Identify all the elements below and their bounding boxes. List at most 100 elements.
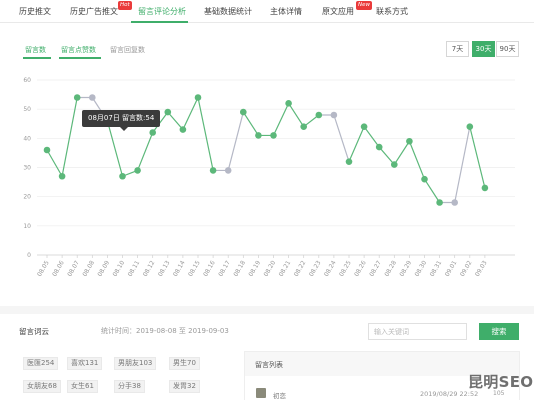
x-tick-label: 08.14: [172, 259, 187, 278]
tab-comment-replies[interactable]: 留言回复数: [110, 45, 145, 55]
x-tick-label: 08.21: [278, 259, 293, 278]
nav-item-contact[interactable]: 联系方式: [376, 6, 408, 17]
data-point: [58, 172, 66, 180]
x-tick-label: 08.20: [263, 259, 278, 278]
x-tick-label: 08.24: [323, 259, 338, 278]
word-tag[interactable]: 男朋友103: [114, 357, 157, 370]
data-point: [119, 172, 126, 180]
chart-axes: 010203040506008.05 08.06 08.07 08.08 08.09 08…: [23, 77, 488, 278]
tab-comment-likes[interactable]: 留言点赞数: [61, 45, 96, 55]
top-nav: 历史推文 历史广告推文 Hot 留言评论分析 基础数据统计 主体详情 原文应用 …: [0, 0, 534, 23]
series-line-segment: [348, 126, 365, 163]
data-point: [149, 129, 156, 136]
x-tick-label: 08.31: [429, 259, 444, 278]
data-point: [406, 137, 413, 145]
search-button[interactable]: 搜索: [479, 323, 519, 340]
x-tick-label: 08.07: [66, 259, 81, 278]
data-point: [194, 94, 202, 101]
tab-comment-likes-underline: [59, 57, 101, 59]
series-line-segment: [227, 111, 244, 172]
tab-comment-count-underline: [23, 57, 51, 59]
nav-active-indicator: [131, 21, 188, 23]
x-tick-label: 08.22: [293, 259, 308, 278]
data-point: [89, 94, 96, 101]
period-90-days-button[interactable]: 90天: [496, 41, 519, 57]
data-point: [209, 167, 217, 174]
new-badge: New: [356, 1, 372, 10]
word-tag[interactable]: 发胃32: [169, 380, 200, 393]
data-point: [224, 167, 232, 174]
watermark-logo: 昆明SEO: [468, 373, 534, 391]
x-tick-label: 08.05: [36, 259, 51, 278]
comment-author: 初恋: [273, 392, 286, 400]
word-tag[interactable]: 分手38: [114, 380, 145, 393]
series-line-segment: [363, 126, 380, 148]
series-line-segment: [272, 102, 290, 137]
series-line-segment: [46, 149, 63, 177]
series-line-segment: [182, 96, 199, 131]
x-tick-label: 08.10: [112, 259, 127, 278]
word-tag[interactable]: 女生61: [67, 380, 98, 393]
y-tick-label: 0: [27, 252, 31, 259]
period-30-days-button[interactable]: 30天: [472, 41, 495, 57]
data-point: [330, 111, 338, 119]
data-point: [466, 123, 474, 130]
x-tick-label: 08.23: [308, 259, 323, 278]
series-line-segment: [288, 102, 305, 128]
nav-item-history-posts[interactable]: 历史推文: [19, 6, 51, 17]
y-tick-label: 50: [23, 106, 31, 113]
data-point: [255, 132, 262, 139]
x-tick-label: 08.19: [247, 259, 262, 278]
stat-time-range: 统计时间：2019-08-08 至 2019-09-03: [101, 327, 229, 335]
nav-item-entity-details[interactable]: 主体详情: [270, 6, 302, 17]
keyword-search-input[interactable]: [368, 323, 467, 340]
x-tick-label: 08.16: [202, 259, 217, 278]
series-line-segment: [393, 140, 410, 166]
x-tick-label: 09.03: [474, 259, 489, 278]
word-tag[interactable]: 男生70: [169, 357, 200, 370]
data-point: [300, 123, 308, 130]
avatar: [256, 388, 266, 398]
series-line-segment: [242, 111, 259, 137]
data-point: [164, 108, 172, 116]
y-tick-label: 20: [23, 194, 31, 201]
x-tick-label: 08.27: [368, 259, 383, 278]
data-point: [360, 123, 368, 130]
series-line-segment: [197, 96, 214, 172]
nav-item-basic-stats[interactable]: 基础数据统计: [204, 6, 252, 17]
x-tick-label: 09.01: [444, 259, 459, 278]
nav-item-history-ad-posts[interactable]: 历史广告推文: [70, 6, 118, 17]
data-point: [43, 146, 51, 154]
x-tick-label: 08.12: [142, 259, 157, 278]
x-tick-label: 08.29: [398, 259, 413, 278]
comment-list-title: 留言列表: [255, 361, 283, 369]
data-point: [73, 94, 81, 101]
series-line-segment: [469, 126, 486, 189]
chart-tooltip-arrow: [120, 127, 128, 131]
data-point: [421, 175, 428, 183]
word-tag[interactable]: 喜欢131: [67, 357, 103, 370]
data-point: [375, 143, 383, 151]
section-divider: [0, 306, 534, 314]
data-point: [270, 132, 277, 139]
tab-comment-count[interactable]: 留言数: [25, 45, 46, 55]
data-point: [240, 108, 247, 116]
chart-tooltip: 08月07日 留言数:54: [82, 110, 161, 127]
data-point: [481, 184, 489, 192]
x-tick-label: 09.02: [459, 259, 474, 278]
word-tag[interactable]: 女朋友68: [23, 380, 61, 393]
chart-grid: [37, 79, 515, 256]
y-tick-label: 40: [23, 135, 31, 142]
nav-item-original-app[interactable]: 原文应用: [322, 6, 354, 17]
hot-badge: Hot: [118, 1, 132, 10]
comment-count-line-chart: 010203040506008.05 08.06 08.07 08.08 08.09 08…: [23, 77, 515, 278]
x-tick-label: 08.26: [353, 259, 368, 278]
data-point: [345, 158, 353, 165]
word-tag[interactable]: 医匯254: [23, 357, 59, 370]
series-line-segment: [167, 111, 184, 131]
period-7-days-button[interactable]: 7天: [446, 41, 469, 57]
data-point: [391, 161, 398, 168]
x-tick-label: 08.18: [232, 259, 247, 278]
nav-item-comment-analysis[interactable]: 留言评论分析: [138, 6, 186, 17]
data-point: [451, 199, 459, 206]
